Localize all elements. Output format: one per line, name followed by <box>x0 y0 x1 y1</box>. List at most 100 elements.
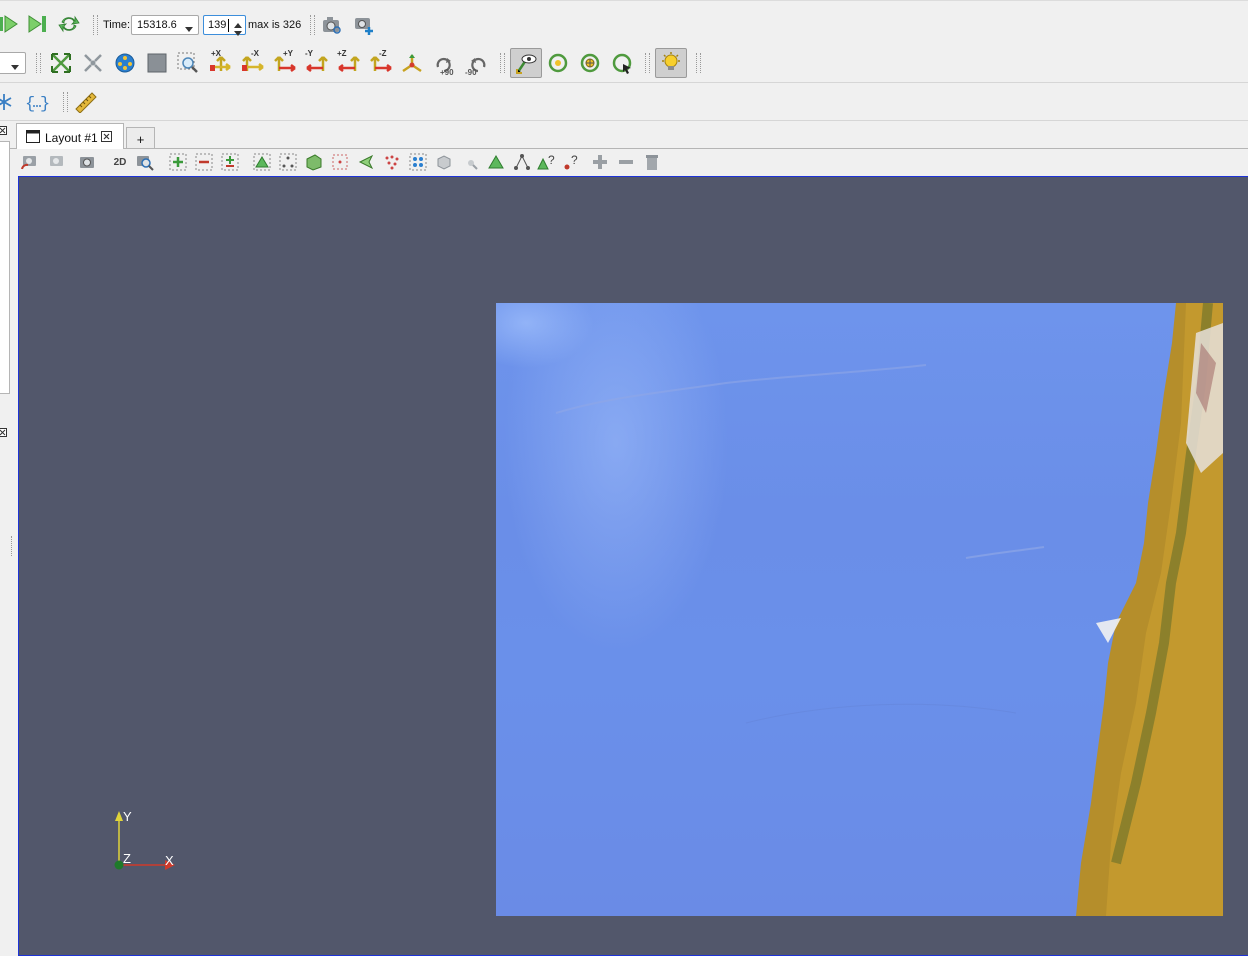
capture-button[interactable] <box>77 152 97 172</box>
query-points-button[interactable]: ? <box>563 152 583 172</box>
view-plus-x-button[interactable]: +X <box>209 49 233 77</box>
orientation-axes: Y Z X <box>109 805 179 875</box>
select-points-on-button[interactable] <box>194 152 214 172</box>
toolbar-grip[interactable] <box>36 53 41 73</box>
shrink-selection-button[interactable] <box>616 152 636 172</box>
edit-points-button[interactable] <box>512 152 532 172</box>
add-layout-tab[interactable]: + <box>126 127 155 149</box>
window-icon <box>26 130 40 146</box>
loop-button[interactable] <box>58 13 80 35</box>
screenshot-button[interactable] <box>320 13 344 37</box>
axis-label: +Z <box>337 49 347 58</box>
max-timestep-label: max is 326 <box>248 19 302 31</box>
view-minus-x-button[interactable]: -X <box>241 49 265 77</box>
ruler-button[interactable] <box>73 90 99 114</box>
zoom-to-data-button[interactable] <box>113 51 137 75</box>
select-surface-points-button[interactable] <box>278 152 298 172</box>
mode-2d-label: 2D <box>113 156 127 168</box>
zoom-camera-icon <box>136 153 154 171</box>
view-minus-y-button[interactable]: -Y <box>305 49 329 77</box>
zoom-closest-icon <box>82 52 104 74</box>
chevron-down-icon <box>11 61 19 73</box>
hover-points-button[interactable] <box>462 152 482 172</box>
select-frustum-points-button[interactable] <box>330 152 350 172</box>
tab-layout-1[interactable]: Layout #1 <box>16 123 124 149</box>
toolbar-grip[interactable] <box>696 53 701 73</box>
timestep-spinbox[interactable]: 139 <box>203 15 246 36</box>
redo-camera-icon <box>47 153 65 171</box>
toolbar-grip[interactable] <box>93 15 98 35</box>
interactive-select-button[interactable] <box>434 152 454 172</box>
trash-icon <box>643 153 661 171</box>
undo-camera-button[interactable] <box>19 152 39 172</box>
rotate-label: -90 <box>465 68 477 77</box>
axis-label: -X <box>251 49 259 58</box>
last-frame-icon <box>27 14 49 34</box>
clear-selection-button[interactable] <box>642 152 662 172</box>
toolbar-grip[interactable] <box>645 53 650 73</box>
eye-pointer-icon <box>514 52 538 74</box>
toolbar-grip[interactable] <box>63 92 68 112</box>
add-tab-label: + <box>136 132 145 147</box>
select-block-button[interactable] <box>408 152 428 172</box>
query-triangle-icon: ? <box>537 153 557 171</box>
plus-icon <box>591 153 609 171</box>
last-frame-button[interactable] <box>27 13 49 35</box>
cube-select-icon <box>435 153 453 171</box>
time-combo[interactable]: 15318.6 <box>131 15 199 35</box>
view-minus-z-button[interactable]: -Z <box>369 49 393 77</box>
pick-center-button[interactable] <box>578 51 602 75</box>
toggle-2d-button[interactable]: 2D <box>108 152 132 172</box>
snowflake-button[interactable] <box>0 91 14 113</box>
zoom-to-box-button[interactable] <box>145 51 169 75</box>
render-view[interactable]: Y Z X <box>18 176 1248 956</box>
grow-selection-button[interactable] <box>590 152 610 172</box>
layout-tab-bar: Layout #1 + <box>10 121 1248 149</box>
zoom-to-box-select-button[interactable] <box>176 51 200 75</box>
splitter-handle[interactable] <box>11 536 14 556</box>
close-icon[interactable] <box>101 131 112 145</box>
camera-icon <box>78 153 96 171</box>
save-animation-button[interactable] <box>352 13 376 37</box>
select-polygon-points-button[interactable] <box>382 152 402 172</box>
camera-settings-button[interactable] <box>135 152 155 172</box>
interaction-mode-button[interactable] <box>510 48 542 78</box>
select-cells-on-button[interactable] <box>168 152 188 172</box>
query-cells-button[interactable]: ? <box>537 152 557 172</box>
isometric-view-button[interactable] <box>400 51 424 75</box>
python-shell-button[interactable]: {} <box>24 90 50 114</box>
terrain-dataset <box>496 303 1223 916</box>
pick-center-cursor-button[interactable] <box>610 51 634 75</box>
select-surface-cells-button[interactable] <box>252 152 272 172</box>
zoom-box-icon <box>146 52 168 74</box>
axis-label: -Z <box>379 49 387 58</box>
rotate-center-button[interactable] <box>546 51 570 75</box>
reset-camera-closest-button[interactable] <box>81 51 105 75</box>
redo-camera-button[interactable] <box>46 152 66 172</box>
tools-toolbar: {} <box>0 83 1248 121</box>
render-view-toolbar: 2D ? ? <box>10 149 1248 175</box>
select-toggle-button[interactable] <box>220 152 240 172</box>
select-polygon-cells-button[interactable] <box>356 152 376 172</box>
select-toggle-icon <box>221 153 239 171</box>
select-frustum-cells-button[interactable] <box>304 152 324 172</box>
toolbar-grip[interactable] <box>310 15 315 35</box>
light-kit-button[interactable] <box>655 48 687 78</box>
rotate-minus-90-button[interactable]: -90 <box>465 49 491 79</box>
hover-cells-button[interactable] <box>486 152 506 172</box>
svg-text:?: ? <box>548 153 555 167</box>
representation-combo[interactable] <box>0 52 26 74</box>
polygon-select-icon <box>357 153 375 171</box>
zoom-select-icon <box>177 52 199 74</box>
pipeline-browser-panel[interactable] <box>0 141 10 394</box>
spin-down-icon[interactable] <box>234 27 242 39</box>
view-plus-y-button[interactable]: +Y <box>273 49 297 77</box>
close-icon[interactable] <box>0 428 7 440</box>
view-plus-z-button[interactable]: +Z <box>337 49 361 77</box>
toolbar-grip[interactable] <box>500 53 505 73</box>
reset-camera-button[interactable] <box>49 51 73 75</box>
rotate-plus-90-button[interactable]: +90 <box>431 49 457 79</box>
close-icon[interactable] <box>0 126 7 138</box>
play-button[interactable] <box>0 13 18 35</box>
time-label: Time: <box>103 19 131 31</box>
